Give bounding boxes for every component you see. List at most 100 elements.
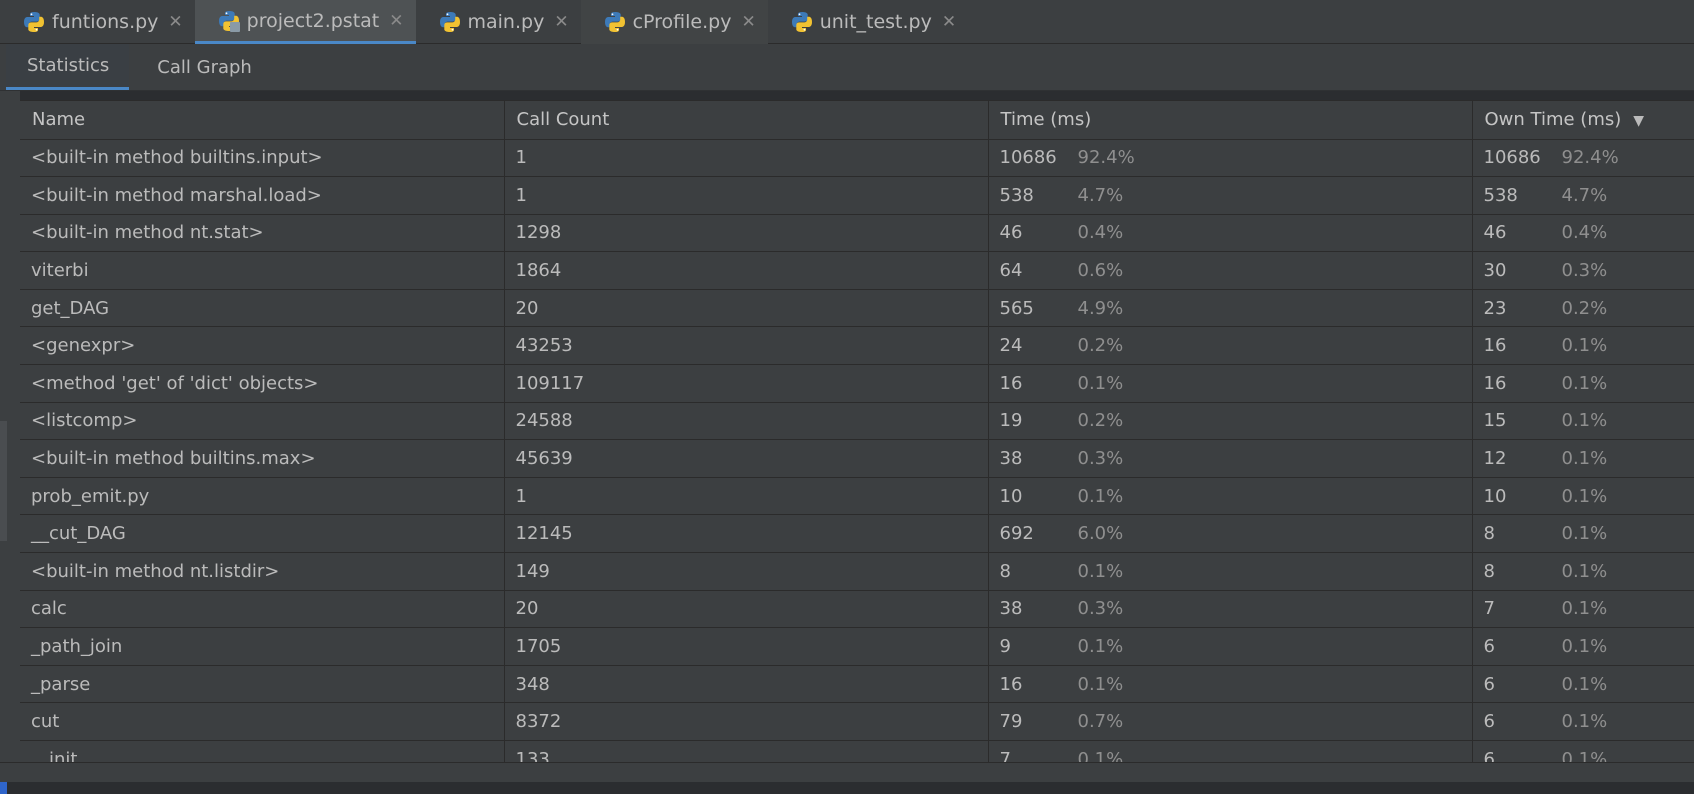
cell-time: 8 0.1%: [988, 552, 1473, 591]
cell-own-time: 15 0.1%: [1472, 402, 1694, 441]
table-row[interactable]: __cut_DAG 12145 692 6.0% 8 0.1%: [20, 514, 1694, 554]
table-row[interactable]: <built-in method nt.stat> 1298 46 0.4% 46 0.4…: [20, 214, 1694, 253]
cell-own-value: 6: [1483, 673, 1495, 695]
cell-name-text: <listcomp>: [31, 410, 138, 432]
editor-tab[interactable]: funtions.py ✕: [0, 0, 195, 44]
cell-name-text: <built-in method builtins.input>: [31, 147, 323, 169]
cell-time-percent: 4.7%: [1077, 184, 1124, 206]
profiler-view-tabs: Statistics Call Graph: [0, 44, 1694, 91]
cell-name-text: <genexpr>: [31, 335, 136, 357]
cell-time: 9 0.1%: [988, 627, 1473, 666]
cell-own-percent: 0.1%: [1561, 673, 1608, 695]
editor-tab-label: unit_test.py: [819, 11, 932, 33]
cell-name-text: <method 'get' of 'dict' objects>: [31, 372, 319, 394]
cell-count-text: 1864: [515, 260, 562, 282]
cell-time-percent: 0.1%: [1077, 748, 1124, 762]
close-icon[interactable]: ✕: [554, 12, 568, 32]
table-row[interactable]: _path_join 1705 9 0.1% 6 0.1%: [20, 627, 1694, 666]
cell-name: <built-in method builtins.input>: [20, 139, 505, 178]
tab-statistics[interactable]: Statistics: [6, 44, 130, 90]
cell-name: <listcomp>: [20, 402, 505, 441]
cell-call-count: 1298: [504, 214, 989, 253]
tab-statistics-label: Statistics: [27, 55, 110, 76]
python-file-icon: [790, 10, 816, 34]
table-row[interactable]: prob_emit.py 1 10 0.1% 10 0.1%: [20, 477, 1694, 516]
table-row[interactable]: <built-in method marshal.load> 1 538 4.7% 53…: [20, 176, 1694, 215]
column-header-own-time[interactable]: Own Time (ms) ▼: [1472, 101, 1694, 140]
editor-tab[interactable]: project2.pstat ✕: [194, 0, 416, 44]
table-row[interactable]: <built-in method builtins.max> 45639 38 0.3…: [20, 439, 1694, 478]
cell-own-percent: 0.1%: [1561, 748, 1608, 762]
cell-own-percent: 0.1%: [1561, 711, 1608, 733]
editor-tab[interactable]: unit_test.py ✕: [768, 0, 968, 44]
cell-own-percent: 0.1%: [1561, 372, 1608, 394]
table-row[interactable]: __init__ 133 7 0.1% 6 0.1%: [20, 740, 1694, 762]
table-row[interactable]: _parse 348 16 0.1% 6 0.1%: [20, 665, 1694, 704]
cell-name-text: prob_emit.py: [31, 485, 150, 507]
cell-call-count: 1: [504, 139, 989, 178]
table-row[interactable]: calc 20 38 0.3% 7 0.1%: [20, 590, 1694, 629]
cell-call-count: 1: [504, 477, 989, 516]
cell-time: 64 0.6%: [988, 251, 1473, 290]
cell-time-value: 24: [999, 335, 1023, 357]
cell-time-value: 19: [999, 410, 1023, 432]
cell-time: 46 0.4%: [988, 214, 1473, 253]
editor-tab[interactable]: cProfile.py ✕: [580, 0, 768, 44]
editor-tab[interactable]: main.py ✕: [416, 0, 581, 44]
close-icon[interactable]: ✕: [741, 12, 755, 32]
cell-count-text: 1: [515, 485, 527, 507]
column-header-name[interactable]: Name: [20, 101, 505, 140]
cell-own-percent: 0.1%: [1561, 335, 1608, 357]
cell-time-value: 38: [999, 448, 1023, 470]
cell-name-text: <built-in method marshal.load>: [31, 184, 322, 206]
cell-call-count: 109117: [504, 364, 989, 403]
cell-name: get_DAG: [20, 289, 505, 328]
close-icon[interactable]: ✕: [389, 11, 403, 31]
cell-time: 10686 92.4%: [988, 139, 1473, 178]
table-row[interactable]: <genexpr> 43253 24 0.2% 16 0.1%: [20, 326, 1694, 366]
table-row[interactable]: <built-in method nt.listdir> 149 8 0.1% 8 0.1…: [20, 552, 1694, 591]
close-icon[interactable]: ✕: [942, 12, 956, 32]
cell-own-value: 12: [1483, 448, 1507, 470]
cell-count-text: 1: [515, 147, 527, 169]
tab-call-graph[interactable]: Call Graph: [135, 44, 274, 90]
cell-count-text: 149: [515, 560, 550, 582]
cell-time: 7 0.1%: [988, 740, 1473, 762]
table-row[interactable]: cut 8372 79 0.7% 6 0.1%: [20, 702, 1694, 741]
cell-call-count: 348: [504, 665, 989, 704]
cell-own-time: 7 0.1%: [1472, 590, 1694, 629]
table-row[interactable]: <listcomp> 24588 19 0.2% 15 0.1%: [20, 402, 1694, 441]
cell-own-time: 6 0.1%: [1472, 740, 1694, 762]
table-row[interactable]: <built-in method builtins.input> 1 10686 92…: [20, 139, 1694, 178]
cell-time: 38 0.3%: [988, 590, 1473, 629]
table-row[interactable]: get_DAG 20 565 4.9% 23 0.2%: [20, 289, 1694, 328]
table-row[interactable]: viterbi 1864 64 0.6% 30 0.3%: [20, 251, 1694, 290]
cell-name: <built-in method nt.listdir>: [20, 552, 505, 591]
cell-own-value: 8: [1483, 523, 1495, 545]
cell-own-time: 6 0.1%: [1472, 665, 1694, 704]
cell-own-value: 10686: [1483, 147, 1541, 169]
cell-time: 79 0.7%: [988, 702, 1473, 741]
cell-time-percent: 0.4%: [1077, 222, 1124, 244]
cell-name: _path_join: [20, 627, 505, 666]
cell-time-percent: 0.1%: [1077, 485, 1124, 507]
table-row[interactable]: <method 'get' of 'dict' objects> 109117 16…: [20, 364, 1694, 403]
editor-tab-label: funtions.py: [52, 11, 159, 33]
close-icon[interactable]: ✕: [168, 12, 182, 32]
cell-time-value: 692: [999, 523, 1034, 545]
cell-time: 538 4.7%: [988, 176, 1473, 215]
cell-time-value: 7: [999, 748, 1011, 762]
column-header-call-count[interactable]: Call Count: [504, 101, 989, 140]
table-header-row: Name Call Count Time (ms) Own Time (ms) ▼: [20, 101, 1694, 140]
cell-own-time: 6 0.1%: [1472, 702, 1694, 741]
cell-own-percent: 0.1%: [1561, 523, 1608, 545]
cell-name-text: _parse: [31, 673, 91, 695]
cell-name: prob_emit.py: [20, 477, 505, 516]
cell-own-time: 538 4.7%: [1472, 176, 1694, 215]
statistics-table-container[interactable]: Name Call Count Time (ms) Own Time (ms) ▼…: [20, 100, 1694, 762]
gutter-marker: [0, 421, 7, 541]
column-header-time[interactable]: Time (ms): [988, 101, 1473, 140]
cell-own-value: 6: [1483, 748, 1495, 762]
cell-call-count: 43253: [504, 326, 989, 366]
cell-name: __cut_DAG: [20, 514, 505, 554]
